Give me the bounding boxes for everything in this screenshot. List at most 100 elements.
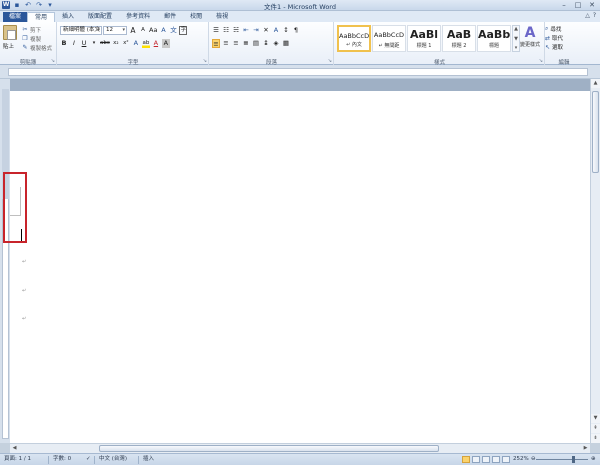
styles-launcher-icon[interactable]: ↘ xyxy=(539,58,543,64)
strikethrough-button[interactable]: abc xyxy=(100,39,110,48)
tab-file[interactable]: 檔案 xyxy=(3,12,28,22)
language-indicator[interactable]: 中文 (台灣) xyxy=(99,454,127,465)
format-painter-label: 複製格式 xyxy=(30,46,53,52)
minimize-icon[interactable]: – xyxy=(558,1,570,9)
vertical-ruler[interactable] xyxy=(0,79,10,443)
multilevel-list-icon[interactable]: ☵ xyxy=(232,26,240,35)
help-icon[interactable]: ? xyxy=(593,12,596,19)
underline-button[interactable]: U xyxy=(80,39,88,48)
phonetic-guide-icon[interactable]: 文 xyxy=(169,26,177,35)
zoom-in-icon[interactable]: ⊕ xyxy=(591,454,596,465)
font-launcher-icon[interactable]: ↘ xyxy=(203,58,207,64)
web-layout-icon[interactable] xyxy=(482,456,490,463)
font-color-button[interactable]: A xyxy=(152,39,160,48)
text-direction-icon[interactable]: ✕ xyxy=(262,26,270,35)
tab-mailings[interactable]: 郵件 xyxy=(157,12,183,22)
cut-button[interactable]: ✂ 剪下 xyxy=(22,26,41,35)
print-layout-view-icon[interactable] xyxy=(462,456,470,463)
superscript-button[interactable]: x² xyxy=(122,39,130,48)
sort-icon[interactable]: ↕ xyxy=(282,26,290,35)
scroll-thumb[interactable] xyxy=(592,91,599,173)
clear-format-button[interactable]: A xyxy=(159,26,167,35)
scroll-right-icon[interactable]: ▶ xyxy=(581,444,590,453)
align-center-icon[interactable]: ≡ xyxy=(222,39,230,48)
style-heading-2[interactable]: AaB 標題 2 xyxy=(442,25,476,52)
zoom-out-icon[interactable]: ⊖ xyxy=(531,454,536,465)
word-count[interactable]: 字數: 0 xyxy=(53,454,71,465)
tab-view[interactable]: 檢視 xyxy=(209,12,235,22)
char-shading-button[interactable]: A xyxy=(161,39,170,48)
subscript-button[interactable]: x₂ xyxy=(112,39,120,48)
text-effects-button[interactable]: A xyxy=(132,39,140,48)
tab-review[interactable]: 校閱 xyxy=(183,12,209,22)
change-styles-button[interactable]: A 變更樣式 xyxy=(517,25,543,48)
font-name-box[interactable]: 新細明體 (本文 ▾ xyxy=(60,26,102,35)
style-name: 標題 xyxy=(488,43,499,49)
bullets-icon[interactable]: ☰ xyxy=(212,26,220,35)
style-title[interactable]: AaBbC 標題 xyxy=(477,25,511,52)
bold-button[interactable]: B xyxy=(60,39,68,48)
distributed-icon[interactable]: ▤ xyxy=(252,39,260,48)
vertical-scrollbar[interactable]: ▲ ▼ ⇞ ⇟ xyxy=(590,79,600,443)
copy-button[interactable]: ❐ 複製 xyxy=(22,35,41,44)
align-right-icon[interactable]: ≡ xyxy=(232,39,240,48)
enclose-char-button[interactable]: 字 xyxy=(179,26,188,35)
replace-button[interactable]: ⇄ 取代 xyxy=(545,34,563,43)
draft-view-icon[interactable] xyxy=(502,456,510,463)
underline-dropdown-icon[interactable]: ▾ xyxy=(90,39,98,48)
style-normal[interactable]: AaBbCcD ↵ 內文 xyxy=(337,25,371,52)
paragraph-launcher-icon[interactable]: ↘ xyxy=(328,58,332,64)
highlight-button[interactable]: ab xyxy=(141,39,150,48)
paste-button-label[interactable]: 貼上 xyxy=(3,42,14,50)
paste-icon[interactable] xyxy=(3,25,17,40)
scroll-down-icon[interactable]: ▼ xyxy=(591,414,600,423)
font-size-box[interactable]: 12 ▾ xyxy=(103,26,127,35)
find-button[interactable]: ⌕ 尋找 xyxy=(545,25,561,33)
show-marks-icon[interactable]: ¶ xyxy=(292,26,300,35)
grow-font-button[interactable]: A xyxy=(129,26,137,35)
decrease-indent-icon[interactable]: ⇤ xyxy=(242,26,250,35)
shading-icon[interactable]: ◈ xyxy=(272,39,280,48)
asian-layout-icon[interactable]: A xyxy=(272,26,280,35)
tab-references[interactable]: 參考資料 xyxy=(119,12,157,22)
shrink-font-button[interactable]: A xyxy=(139,26,147,35)
full-screen-reading-icon[interactable] xyxy=(472,456,480,463)
zoom-slider-handle[interactable] xyxy=(572,456,575,463)
line-spacing-icon[interactable]: ↨ xyxy=(262,39,270,48)
borders-icon[interactable]: ▦ xyxy=(282,39,290,48)
page-indicator[interactable]: 頁面: 1 / 1 xyxy=(4,454,31,465)
justify-icon[interactable]: ≣ xyxy=(242,39,250,48)
close-icon[interactable]: ✕ xyxy=(586,1,598,9)
minimize-ribbon-icon[interactable]: △ xyxy=(585,12,590,19)
zoom-level[interactable]: 252% xyxy=(513,454,529,465)
horizontal-ruler[interactable] xyxy=(0,65,600,79)
italic-button[interactable]: I xyxy=(70,39,78,48)
horizontal-scrollbar[interactable]: ◀ ▶ xyxy=(10,443,590,453)
divider xyxy=(138,456,139,464)
align-left-icon[interactable]: ≡ xyxy=(212,39,220,48)
change-case-button[interactable]: Aa xyxy=(149,26,157,35)
scroll-up-icon[interactable]: ▲ xyxy=(591,79,600,88)
style-no-spacing[interactable]: AaBbCcD ↵ 無間距 xyxy=(372,25,406,52)
tab-home[interactable]: 常用 xyxy=(27,12,56,22)
scroll-thumb[interactable] xyxy=(99,445,439,452)
style-heading-1[interactable]: AaBl 標題 1 xyxy=(407,25,441,52)
next-page-icon[interactable]: ⇟ xyxy=(591,434,600,443)
scroll-left-icon[interactable]: ◀ xyxy=(10,444,19,453)
numbering-icon[interactable]: ☷ xyxy=(222,26,230,35)
document-page[interactable]: ↵ ↵ ↵ xyxy=(10,91,590,443)
previous-page-icon[interactable]: ⇞ xyxy=(591,424,600,433)
increase-indent-icon[interactable]: ⇥ xyxy=(252,26,260,35)
zoom-slider[interactable] xyxy=(536,459,588,460)
clipboard-launcher-icon[interactable]: ↘ xyxy=(51,58,55,64)
proofing-icon[interactable]: ✓ xyxy=(86,454,91,465)
insert-mode[interactable]: 插入 xyxy=(143,454,154,465)
outline-view-icon[interactable] xyxy=(492,456,500,463)
select-button[interactable]: ↖ 選取 xyxy=(545,43,563,52)
document-area[interactable]: ↵ ↵ ↵ xyxy=(10,79,590,443)
tab-page-layout[interactable]: 版面配置 xyxy=(81,12,119,22)
maximize-icon[interactable]: □ xyxy=(572,1,584,9)
format-painter-button[interactable]: ✎ 複製格式 xyxy=(22,44,53,53)
tab-insert[interactable]: 插入 xyxy=(55,12,81,22)
clipboard-group-label: 剪貼簿 xyxy=(19,60,37,66)
